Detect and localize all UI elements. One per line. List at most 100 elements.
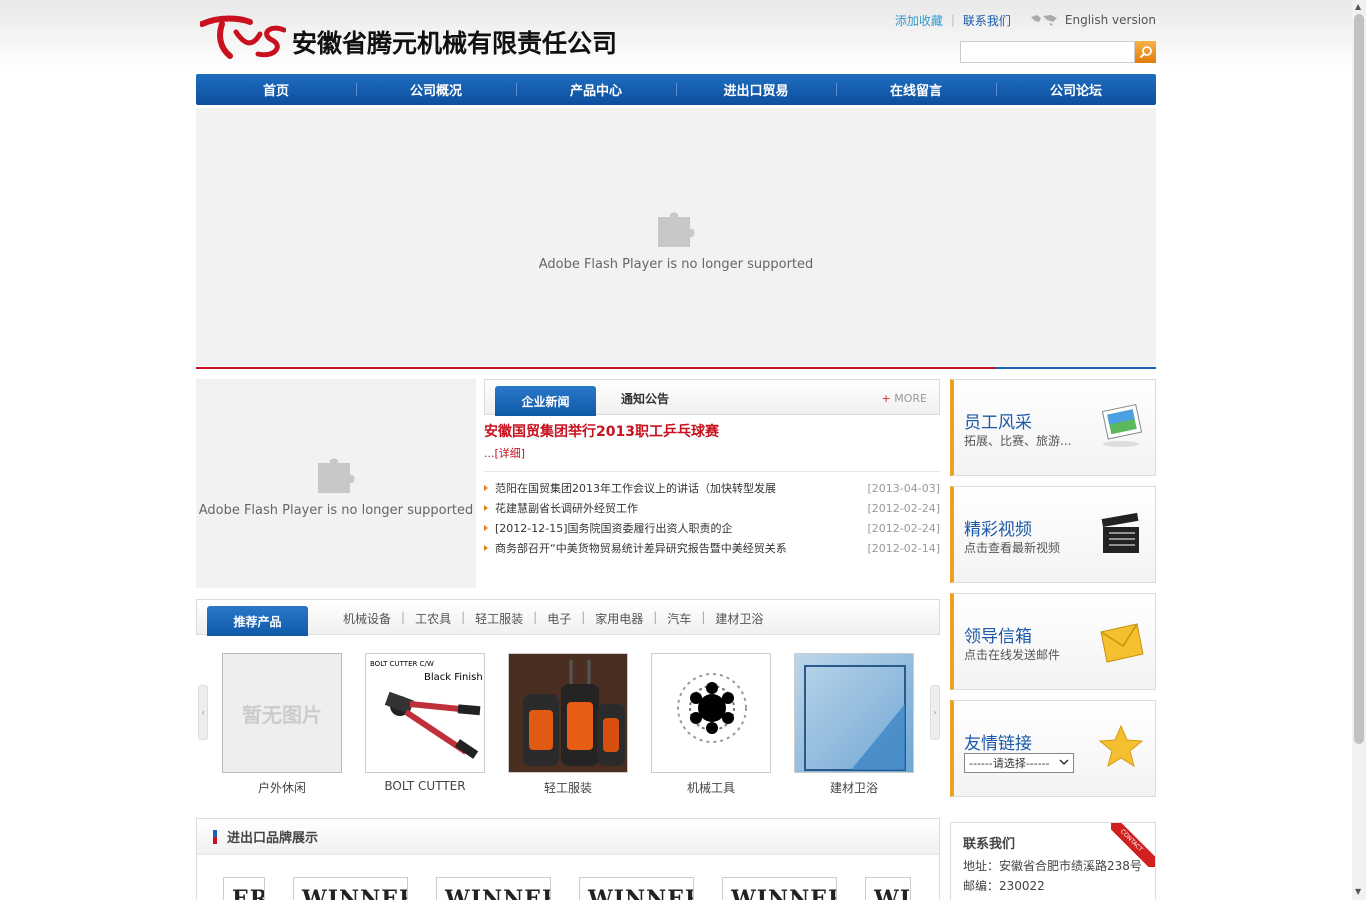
contact-box: CONTACT 联系我们 地址：安徽省合肥市绩溪路238号 邮编：230022	[950, 822, 1156, 900]
top-links: 添加收藏 | 联系我们 English version	[895, 12, 1156, 28]
news-list: 范阳在国贸集团2013年工作会议上的讲话（加快转型发展 [2013-04-03] …	[484, 471, 940, 558]
brand-logo[interactable]: WINNER	[293, 877, 408, 900]
star-icon	[1098, 724, 1144, 768]
news-item-title[interactable]: [2012-12-15]国务院国资委履行出资人职责的企	[484, 520, 733, 536]
wire-rope-icon	[677, 673, 747, 743]
scroll-down-arrow-icon[interactable]: ▼	[1355, 887, 1361, 896]
contact-title: 联系我们	[963, 837, 1016, 852]
product-name[interactable]: 建材卫浴	[794, 779, 914, 796]
product-image[interactable]	[508, 653, 628, 773]
more-link[interactable]: + MORE	[882, 392, 927, 405]
product-name[interactable]: BOLT CUTTER	[365, 779, 485, 793]
category-machinery[interactable]: 机械设备	[343, 610, 391, 627]
no-image-text: 暂无图片	[242, 702, 322, 727]
tab-company-news[interactable]: 企业新闻	[495, 386, 596, 416]
plugin-puzzle-icon	[658, 212, 695, 247]
brands-title: 进出口品牌展示	[227, 831, 319, 846]
news-item[interactable]: [2012-12-15]国务院国资委履行出资人职责的企 [2012-02-24]	[484, 518, 940, 538]
nav-item-message[interactable]: 在线留言	[836, 74, 996, 105]
more-label: MORE	[894, 392, 927, 405]
mailbox-title: 领导信箱	[964, 627, 1032, 647]
brand-logo[interactable]: WINNER	[579, 877, 694, 900]
brand-logo[interactable]: WINNER	[722, 877, 837, 900]
products-bar: 推荐产品 机械设备 | 工农具 | 轻工服装 | 电子 | 家用电器 | 汽车 | 建材卫浴	[196, 599, 940, 636]
scroll-up-arrow-icon[interactable]: ▲	[1355, 2, 1361, 11]
category-separator: |	[533, 610, 538, 624]
tab-recommended-products[interactable]: 推荐产品	[207, 606, 308, 636]
category-apparel[interactable]: 轻工服装	[475, 610, 523, 627]
leader-mailbox[interactable]: 领导信箱 点击在线发送邮件	[950, 593, 1156, 690]
contact-us-link[interactable]: 联系我们	[963, 12, 1011, 29]
add-favorite-link[interactable]: 添加收藏	[895, 12, 943, 29]
brand-logo[interactable]: ER	[223, 877, 265, 900]
product-name[interactable]: 户外休闲	[222, 779, 342, 796]
news-headline[interactable]: 安徽国贸集团举行2013职工乒乓球赛	[484, 421, 940, 441]
category-auto[interactable]: 汽车	[667, 610, 691, 627]
tab-notices[interactable]: 通知公告	[621, 390, 669, 407]
page-container: 安徽省腾元机械有限责任公司 添加收藏 | 联系我们 English versio…	[196, 0, 1156, 900]
page-scrollbar[interactable]: ▲ ▼	[1352, 0, 1366, 900]
product-card[interactable]: BOLT CUTTER C/W Black Finish BOLT CUTTER	[365, 653, 485, 796]
brands-section: 进出口品牌展示 ER WINNER WINNER WINNER WINNER W…	[196, 818, 940, 900]
main-nav: 首页 公司概况 产品中心 进出口贸易 在线留言 公司论坛	[196, 74, 1156, 105]
video-subtitle: 点击查看最新视频	[964, 541, 1061, 555]
carousel-prev-button[interactable]: ‹	[198, 685, 208, 740]
product-image[interactable]	[651, 653, 771, 773]
scrollbar-thumb[interactable]	[1354, 14, 1364, 744]
banner-divider-blue	[996, 367, 1156, 369]
nav-item-trade[interactable]: 进出口贸易	[676, 74, 836, 105]
section-marker	[213, 829, 217, 844]
search-input[interactable]	[960, 41, 1135, 63]
friend-links-box: 友情链接 ------请选择------	[950, 700, 1156, 797]
nav-item-home[interactable]: 首页	[196, 74, 356, 105]
staff-gallery-box[interactable]: 员工风采 拓展、比赛、旅游...	[950, 379, 1156, 476]
news-item[interactable]: 商务部召开“中美货物贸易统计差异研究报告暨中美经贸关系 [2012-02-14]	[484, 538, 940, 558]
category-tools[interactable]: 工农具	[415, 610, 451, 627]
image-caption: Black Finish	[424, 672, 483, 683]
more-plus-icon: +	[881, 392, 891, 405]
news-item[interactable]: 范阳在国贸集团2013年工作会议上的讲话（加快转型发展 [2013-04-03]	[484, 478, 940, 498]
category-separator: |	[401, 610, 406, 624]
brand-logo[interactable]: WINNER	[436, 877, 551, 900]
category-electronics[interactable]: 电子	[547, 610, 571, 627]
product-image[interactable]	[794, 653, 914, 773]
contact-address: 地址：安徽省合肥市绩溪路238号	[963, 859, 1142, 873]
company-logo[interactable]: 安徽省腾元机械有限责任公司	[200, 12, 640, 62]
product-image[interactable]: BOLT CUTTER C/W Black Finish	[365, 653, 485, 773]
english-version-link[interactable]: English version	[1065, 13, 1156, 27]
product-categories: 机械设备 | 工农具 | 轻工服装 | 电子 | 家用电器 | 汽车 | 建材卫浴	[343, 610, 763, 627]
product-card[interactable]: 建材卫浴	[794, 653, 914, 796]
friend-links-title: 友情链接	[964, 734, 1032, 754]
news-item[interactable]: 花建慧副省长调研外经贸工作 [2012-02-24]	[484, 498, 940, 518]
flash-unsupported-message: Adobe Flash Player is no longer supporte…	[198, 503, 474, 518]
news-item-date: [2013-04-03]	[867, 481, 940, 495]
staff-gallery-title: 员工风采	[964, 413, 1032, 433]
product-card[interactable]: 轻工服装	[508, 653, 628, 796]
category-appliances[interactable]: 家用电器	[595, 610, 643, 627]
news-panel: 企业新闻 通知公告 + MORE 安徽国贸集团举行2013职工乒乓球赛 ...[…	[484, 379, 940, 588]
photo-icon	[1101, 403, 1143, 447]
product-card[interactable]: 暂无图片 户外休闲	[222, 653, 342, 796]
glass-panel-icon	[804, 665, 906, 771]
news-item-title[interactable]: 商务部召开“中美货物贸易统计差异研究报告暨中美经贸关系	[484, 540, 787, 556]
news-item-title[interactable]: 范阳在国贸集团2013年工作会议上的讲话（加快转型发展	[484, 480, 776, 496]
banner-divider-red	[196, 367, 996, 369]
video-box[interactable]: 精彩视频 点击查看最新视频	[950, 486, 1156, 583]
nav-item-forum[interactable]: 公司论坛	[996, 74, 1156, 105]
category-building[interactable]: 建材卫浴	[715, 610, 763, 627]
flash-unsupported-message: Adobe Flash Player is no longer supporte…	[538, 256, 814, 272]
product-image-placeholder[interactable]: 暂无图片	[222, 653, 342, 773]
product-name[interactable]: 轻工服装	[508, 779, 628, 796]
flash-panel-left: Adobe Flash Player is no longer supporte…	[196, 379, 476, 588]
friend-links-select[interactable]: ------请选择------	[964, 753, 1074, 773]
product-card[interactable]: 机械工具	[651, 653, 771, 796]
select-value: ------请选择------	[969, 757, 1050, 770]
nav-item-products[interactable]: 产品中心	[516, 74, 676, 105]
nav-item-about[interactable]: 公司概况	[356, 74, 516, 105]
news-detail-link[interactable]: ...[详细]	[484, 445, 940, 461]
news-item-title[interactable]: 花建慧副省长调研外经贸工作	[484, 500, 638, 516]
search-button[interactable]	[1135, 41, 1156, 63]
logo-mark-icon	[200, 15, 286, 59]
product-name[interactable]: 机械工具	[651, 779, 771, 796]
brand-logo[interactable]: WIN	[865, 877, 911, 900]
